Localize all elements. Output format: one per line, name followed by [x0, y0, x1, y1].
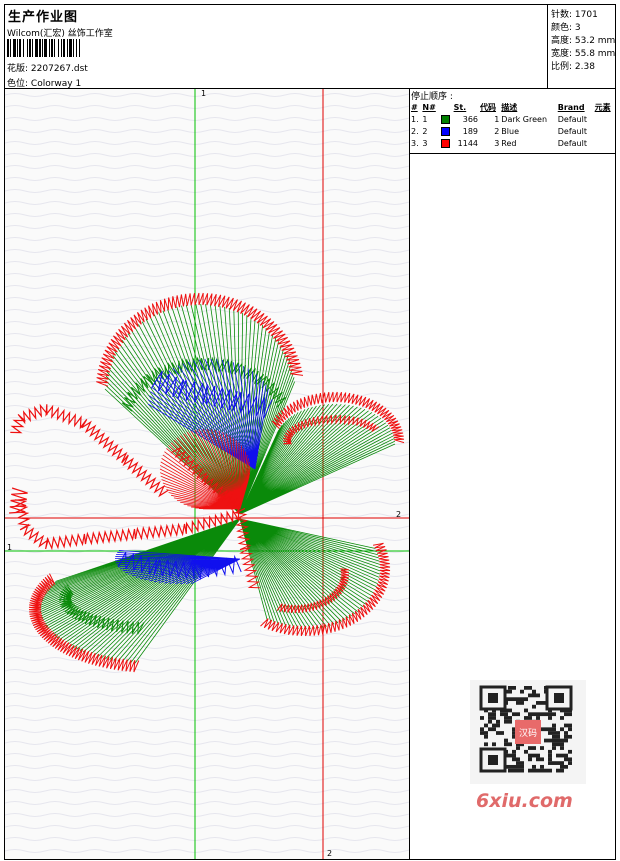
row-description: Red	[501, 138, 517, 148]
row-number: 3	[422, 138, 428, 148]
row-swatch	[440, 137, 453, 149]
stats-box: 针数: 1701 颜色: 3 高度: 53.2 mm 宽度: 55.8 mm 比…	[547, 4, 617, 88]
row-element	[594, 137, 615, 149]
stat-height: 高度: 53.2 mm	[551, 36, 616, 46]
row-brand: Default	[557, 138, 587, 148]
file-label: 花版:	[7, 64, 29, 74]
file-name: 2207267.dst	[30, 64, 88, 74]
row-code: 3	[494, 138, 500, 148]
col-header-stitches: St.	[453, 102, 467, 112]
company-name: Wilcom(汇宏) 丝饰工作室	[7, 29, 113, 39]
row-swatch	[440, 125, 453, 137]
stat-colors: 颜色: 3	[551, 23, 581, 33]
row-number: 1	[422, 114, 428, 124]
guide-label-2-right: 2	[396, 510, 401, 519]
row-brand: Default	[557, 126, 587, 136]
row-swatch	[440, 113, 453, 125]
stat-width: 宽度: 55.8 mm	[551, 49, 616, 59]
row-description: Dark Green	[501, 114, 548, 124]
col-header-number: N#	[422, 102, 436, 112]
row-description: Blue	[501, 126, 519, 136]
svg-text:汉码: 汉码	[519, 728, 537, 739]
guide-label-1-left: 1	[7, 543, 12, 552]
color-swatch	[440, 138, 450, 148]
col-header-code: 代码	[480, 102, 497, 112]
color-swatch	[440, 126, 450, 136]
color-swatch	[440, 114, 450, 124]
colorway-line: 色位: Colorway 1	[7, 76, 81, 89]
row-brand: Default	[557, 114, 587, 124]
col-header-brand: Brand	[557, 102, 585, 112]
watermark-brand: 6xiu.com	[476, 790, 573, 812]
guide-label-2-bottom: 2	[327, 849, 332, 858]
row-element	[594, 125, 615, 137]
stat-ratio: 比例: 2.38	[551, 62, 595, 72]
col-header-description: 描述	[501, 102, 518, 112]
table-row[interactable]: 1. 1 366 1 Dark Green Default	[410, 113, 615, 125]
design-canvas[interactable]: 1 1 2 2	[5, 89, 410, 859]
row-code: 2	[494, 126, 500, 136]
col-header-index: #	[411, 102, 418, 112]
row-index: 3.	[411, 138, 419, 148]
col-header-swatch	[440, 101, 453, 113]
colorway-name: Colorway 1	[30, 79, 82, 89]
row-stitches: 366	[462, 114, 479, 124]
row-index: 1.	[411, 114, 419, 124]
row-stitches: 189	[462, 126, 479, 136]
row-index: 2.	[411, 126, 419, 136]
panel-divider	[410, 153, 615, 154]
qr-code-watermark: 汉码	[470, 680, 586, 784]
table-row[interactable]: 2. 2 189 2 Blue Default	[410, 125, 615, 137]
stat-stitches: 针数: 1701	[551, 10, 598, 20]
file-line: 花版: 2207267.dst	[7, 61, 88, 74]
row-stitches: 1144	[457, 138, 479, 148]
row-code: 1	[494, 114, 500, 124]
row-number: 2	[422, 126, 428, 136]
guide-label-1-top: 1	[201, 89, 206, 98]
row-element	[594, 113, 615, 125]
barcode	[7, 39, 80, 57]
table-row[interactable]: 3. 3 1144 3 Red Default	[410, 137, 615, 149]
page-title: 生产作业图	[8, 10, 79, 25]
header: 生产作业图 Wilcom(汇宏) 丝饰工作室 花版: 2207267.dst 色…	[4, 4, 616, 89]
embroidery-preview: 1 1 2 2	[5, 89, 409, 859]
stop-sequence-table: # N# St. 代码 描述 Brand 元素 1. 1 366 1 Dark …	[410, 101, 615, 149]
colorway-label: 色位:	[7, 79, 29, 89]
col-header-element: 元素	[594, 102, 611, 112]
